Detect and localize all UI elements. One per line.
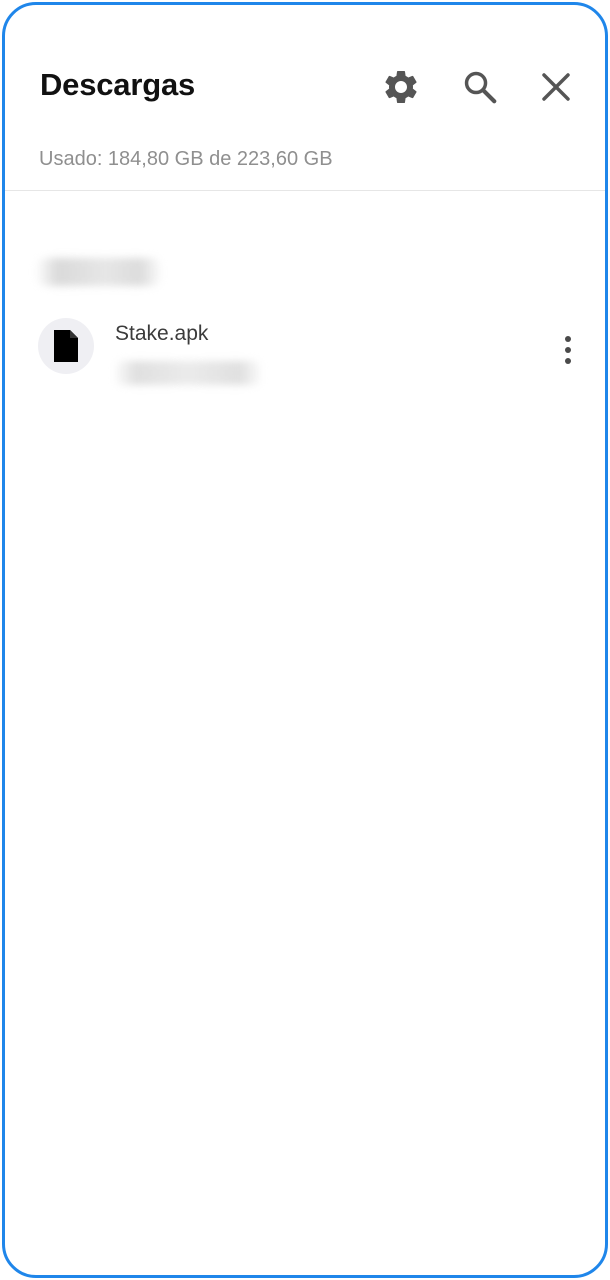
search-icon: [464, 71, 497, 104]
file-icon-container: [38, 318, 94, 374]
more-options-button[interactable]: [551, 328, 585, 372]
file-name: Stake.apk: [115, 322, 209, 345]
file-icon: [54, 330, 78, 362]
storage-usage: Usado: 184,80 GB de 223,60 GB: [39, 148, 333, 170]
search-button[interactable]: [458, 65, 502, 109]
close-button[interactable]: [534, 65, 578, 109]
more-vert-icon: [565, 336, 571, 342]
downloads-panel: Descargas Usado: 184,80 GB de 223,60 GB: [2, 2, 608, 1278]
page-title: Descargas: [40, 67, 196, 102]
gear-icon: [385, 71, 417, 103]
list-item[interactable]: Stake.apk: [5, 310, 605, 400]
date-group-header: [35, 258, 163, 286]
file-meta: [113, 361, 263, 385]
close-icon: [542, 73, 570, 101]
downloads-header: Descargas Usado: 184,80 GB de 223,60 GB: [5, 5, 605, 191]
settings-button[interactable]: [379, 65, 423, 109]
